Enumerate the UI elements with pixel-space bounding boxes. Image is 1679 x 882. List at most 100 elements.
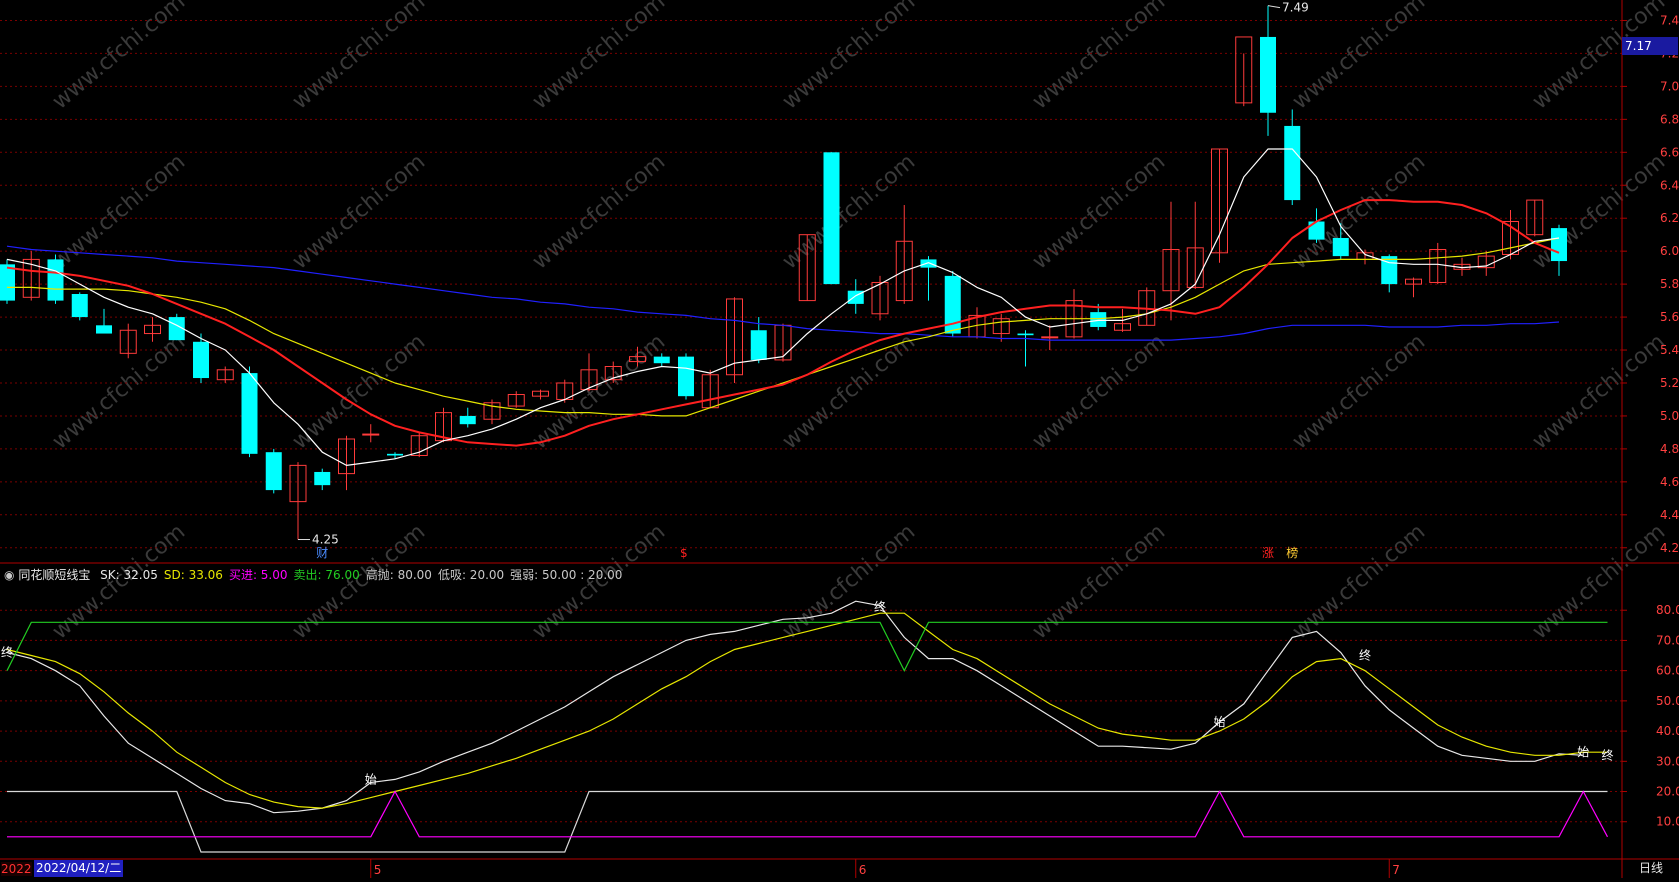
crosshair-date[interactable]: 2022/04/12/二 xyxy=(34,860,124,877)
price-tick-label: 6.00 xyxy=(1660,244,1679,258)
price-tick-label: 5.80 xyxy=(1660,277,1679,291)
candle-body xyxy=(1551,228,1567,262)
month-tick-label: 7 xyxy=(1392,863,1400,877)
watermark-text: www.cfchi.com xyxy=(1288,0,1430,115)
price-tick-label: 5.40 xyxy=(1660,343,1679,357)
month-tick-label: 5 xyxy=(374,863,382,877)
watermark-text: www.cfchi.com xyxy=(1028,329,1170,454)
watermark-text: www.cfchi.com xyxy=(1028,519,1170,644)
watermark-text: www.cfchi.com xyxy=(1288,329,1430,454)
watermark-text: www.cfchi.com xyxy=(528,149,670,274)
indicator-param: 低吸: 20.00 xyxy=(437,568,505,582)
price-tick-label: 4.80 xyxy=(1660,442,1679,456)
price-tick-label: 5.00 xyxy=(1660,409,1679,423)
candle-body xyxy=(823,152,840,285)
indicator-param: 买进: 5.00 xyxy=(228,568,288,582)
candle-body xyxy=(241,373,258,454)
osc-tick-label: 30.00 xyxy=(1656,754,1679,768)
candle-body xyxy=(1332,237,1349,257)
price-tick-label: 5.60 xyxy=(1660,310,1679,324)
candle-body xyxy=(1017,333,1034,336)
watermark-text: www.cfchi.com xyxy=(1528,0,1670,115)
high-marker-label: 7.49 xyxy=(1282,1,1309,15)
osc-series-line xyxy=(7,790,1609,838)
watermark-text: www.cfchi.com xyxy=(528,0,670,115)
candle-body xyxy=(1260,36,1276,113)
watermark-text: www.cfchi.com xyxy=(778,0,920,115)
osc-marker: 始 xyxy=(1214,715,1226,729)
osc-marker: 始 xyxy=(365,772,377,786)
price-tick-label: 6.40 xyxy=(1660,178,1679,192)
osc-series-line xyxy=(7,790,1608,853)
period-label[interactable]: 日线 xyxy=(1624,860,1678,877)
indicator-param: 卖出: 76.00 xyxy=(293,568,360,582)
watermark-text: www.cfchi.com xyxy=(1528,519,1670,644)
osc-series-line xyxy=(6,612,1608,809)
oscillator-layer: 终始终始终始终 xyxy=(1,599,1614,853)
watermark-text: www.cfchi.com xyxy=(1528,149,1670,274)
osc-tick-label: 80.00 xyxy=(1656,603,1679,617)
watermark-text: www.cfchi.com xyxy=(778,329,920,454)
candle-body xyxy=(362,433,380,436)
current-price-tag: 7.17 xyxy=(1622,37,1678,55)
indicator-param: 高抛: 80.00 xyxy=(365,568,432,582)
candle-body xyxy=(1090,312,1107,327)
osc-marker: 始 xyxy=(1577,745,1589,759)
indicator-header: ◉ 同花顺短线宝 SK: 32.05 SD: 33.06 买进: 5.00 卖出: 7… xyxy=(4,566,622,584)
watermark-text: www.cfchi.com xyxy=(778,519,920,644)
watermark-text: www.cfchi.com xyxy=(528,329,670,454)
watermark-text: www.cfchi.com xyxy=(48,0,190,115)
candle-body xyxy=(71,294,88,318)
price-tick-label: 6.60 xyxy=(1660,145,1679,159)
watermark-text: www.cfchi.com xyxy=(288,149,430,274)
event-label: 涨 xyxy=(1262,545,1274,560)
candle-body xyxy=(265,452,282,491)
osc-tick-label: 70.00 xyxy=(1656,633,1679,647)
osc-tick-label: 50.00 xyxy=(1656,694,1679,708)
indicator-param: SK: 32.05 xyxy=(100,568,158,582)
osc-tick-label: 60.00 xyxy=(1656,664,1679,678)
indicator-title[interactable]: 同花顺短线宝 xyxy=(18,568,90,582)
watermark-text: www.cfchi.com xyxy=(48,329,190,454)
watermark-text: www.cfchi.com xyxy=(1528,329,1670,454)
price-tick-label: 4.40 xyxy=(1660,508,1679,522)
indicator-params: SK: 32.05 SD: 33.06 买进: 5.00 卖出: 76.00 高抛: 8… xyxy=(94,568,622,582)
indicator-param: 强弱: 50.00 : 20.00 xyxy=(510,568,623,582)
osc-tick-label: 20.00 xyxy=(1656,785,1679,799)
watermark-text: www.cfchi.com xyxy=(1288,519,1430,644)
candle-body xyxy=(1284,125,1301,201)
osc-marker: 终 xyxy=(1602,747,1614,762)
chart-stage: www.cfchi.com www.cfchi.com www.cfchi.com w… xyxy=(0,0,1679,878)
period-text: 日线 xyxy=(1638,861,1663,875)
candle-body xyxy=(387,453,403,456)
candle-body xyxy=(653,356,670,364)
candle-body xyxy=(750,330,767,360)
candle-body xyxy=(193,341,209,379)
price-tick-label: 7.40 xyxy=(1660,13,1679,27)
osc-marker: 终 xyxy=(1359,648,1371,663)
candle-body xyxy=(678,356,694,397)
watermark-text: www.cfchi.com xyxy=(288,0,430,115)
month-tick-label: 6 xyxy=(859,863,867,877)
osc-tick-label: 40.00 xyxy=(1656,724,1679,738)
price-tick-label: 6.20 xyxy=(1660,211,1679,225)
low-marker-label: 4.25 xyxy=(312,533,339,547)
osc-marker: 终 xyxy=(874,599,886,614)
candle-body xyxy=(459,415,476,425)
candle-body xyxy=(920,259,937,268)
date-year-prefix: 2022 xyxy=(1,862,32,876)
osc-tick-label: 10.00 xyxy=(1656,815,1679,829)
osc-marker: 终 xyxy=(1,645,13,660)
current-price-value: 7.17 xyxy=(1625,39,1652,53)
candle-body xyxy=(314,471,331,486)
event-label: $ xyxy=(680,546,688,560)
crosshair-date-text: 2022/04/12/二 xyxy=(36,861,122,875)
candle-body xyxy=(1041,336,1059,339)
price-tick-label: 4.20 xyxy=(1660,541,1679,555)
watermark-text: www.cfchi.com xyxy=(1028,0,1170,115)
event-label: 财 xyxy=(316,546,328,560)
date-label: 2022 xyxy=(1,861,32,877)
event-label: 榜 xyxy=(1286,545,1298,560)
indicator-circle-icon[interactable]: ◉ xyxy=(4,568,14,582)
candle-body xyxy=(0,264,15,301)
